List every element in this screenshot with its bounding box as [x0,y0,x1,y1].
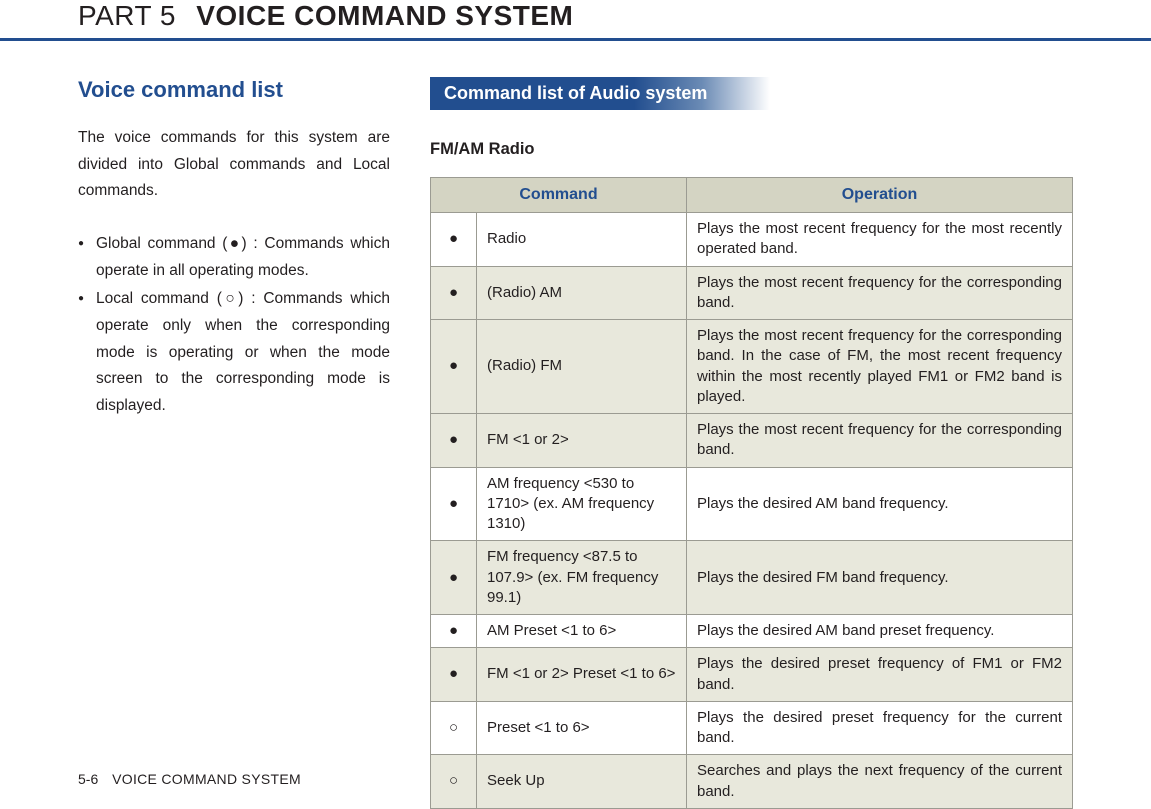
table-title: FM/AM Radio [430,140,1073,159]
table-row: ● FM <1 or 2> Preset <1 to 6> Plays the … [431,648,1073,702]
command-table: Command Operation ● Radio Plays the most… [430,177,1073,809]
operation-cell: Plays the desired preset frequency of FM… [687,648,1073,702]
bullet-item-local: Local command (○) : Commands which opera… [78,286,390,419]
command-cell: Seek Up [477,755,687,809]
intro-text: The voice commands for this system are d… [78,125,390,205]
table-header-command: Command [431,178,687,213]
operation-cell: Plays the most recent frequency for the … [687,213,1073,267]
filled-circle-icon: ● [449,284,458,301]
table-row: ● FM frequency <87.5 to 107.9> (ex. FM f… [431,541,1073,615]
page-header: PART 5 VOICE COMMAND SYSTEM [0,0,1151,41]
filled-circle-icon: ● [449,230,458,247]
operation-cell: Searches and plays the next frequency of… [687,755,1073,809]
page-number: 5-6 [78,771,98,787]
type-cell: ● [431,615,477,648]
command-cell: AM Preset <1 to 6> [477,615,687,648]
command-cell: FM <1 or 2> [477,414,687,468]
type-cell: ● [431,320,477,414]
command-cell: (Radio) AM [477,266,687,320]
operation-cell: Plays the desired FM band frequency. [687,541,1073,615]
type-cell: ○ [431,755,477,809]
filled-circle-icon: ● [449,431,458,448]
table-row: ○ Preset <1 to 6> Plays the desired pres… [431,701,1073,755]
command-cell: AM frequency <530 to 1710> (ex. AM frequ… [477,467,687,541]
table-header-operation: Operation [687,178,1073,213]
page-title: PART 5 VOICE COMMAND SYSTEM [78,0,1151,32]
type-cell: ● [431,467,477,541]
part-name: VOICE COMMAND SYSTEM [196,0,573,31]
page-footer: 5-6 VOICE COMMAND SYSTEM [78,771,301,787]
left-column: Voice command list The voice commands fo… [78,77,390,809]
command-cell: Preset <1 to 6> [477,701,687,755]
command-cell: Radio [477,213,687,267]
subsection-banner: Command list of Audio system [430,77,770,110]
operation-cell: Plays the desired preset frequency for t… [687,701,1073,755]
bullet-item-global: Global command (●) : Commands which oper… [78,231,390,284]
table-row: ● Radio Plays the most recent frequency … [431,213,1073,267]
operation-cell: Plays the most recent frequency for the … [687,266,1073,320]
operation-cell: Plays the desired AM band preset frequen… [687,615,1073,648]
operation-cell: Plays the most recent frequency for the … [687,414,1073,468]
right-column: Command list of Audio system FM/AM Radio… [430,77,1073,809]
section-title: Voice command list [78,77,390,103]
filled-circle-icon: ● [449,495,458,512]
command-cell: FM <1 or 2> Preset <1 to 6> [477,648,687,702]
table-row: ● (Radio) AM Plays the most recent frequ… [431,266,1073,320]
footer-section-name: VOICE COMMAND SYSTEM [112,771,301,787]
content-columns: Voice command list The voice commands fo… [0,77,1151,809]
operation-cell: Plays the most recent frequency for the … [687,320,1073,414]
table-row: ● AM Preset <1 to 6> Plays the desired A… [431,615,1073,648]
bullet-list: Global command (●) : Commands which oper… [78,231,390,420]
filled-circle-icon: ● [449,357,458,374]
table-row: ● (Radio) FM Plays the most recent frequ… [431,320,1073,414]
table-row: ● AM frequency <530 to 1710> (ex. AM fre… [431,467,1073,541]
filled-circle-icon: ● [449,569,458,586]
command-cell: FM frequency <87.5 to 107.9> (ex. FM fre… [477,541,687,615]
filled-circle-icon: ● [449,622,458,639]
type-cell: ● [431,648,477,702]
hollow-circle-icon: ○ [449,772,458,789]
type-cell: ● [431,414,477,468]
part-label: PART 5 [78,0,176,31]
type-cell: ○ [431,701,477,755]
type-cell: ● [431,266,477,320]
table-row: ● FM <1 or 2> Plays the most recent freq… [431,414,1073,468]
command-cell: (Radio) FM [477,320,687,414]
type-cell: ● [431,541,477,615]
type-cell: ● [431,213,477,267]
operation-cell: Plays the desired AM band frequency. [687,467,1073,541]
hollow-circle-icon: ○ [449,719,458,736]
filled-circle-icon: ● [449,665,458,682]
table-row: ○ Seek Up Searches and plays the next fr… [431,755,1073,809]
